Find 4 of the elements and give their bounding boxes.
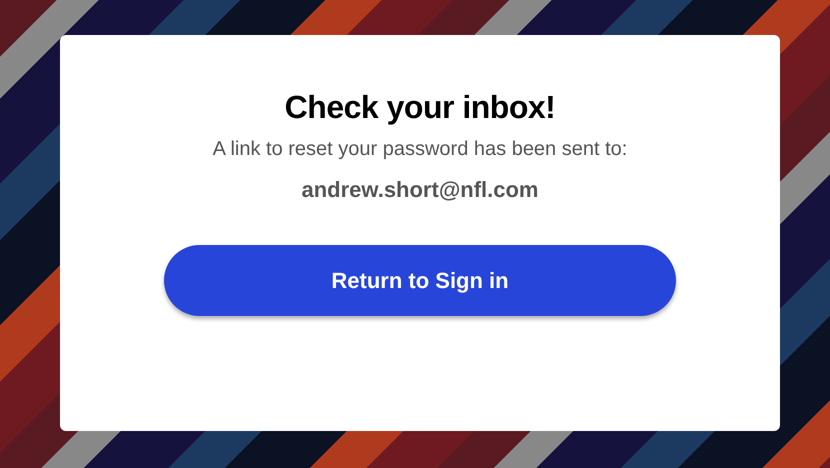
message-text: A link to reset your password has been sent to:: [212, 138, 628, 161]
email-address: andrew.short@nfl.com: [302, 177, 538, 203]
return-to-sign-in-button[interactable]: Return to Sign in: [164, 245, 676, 316]
dialog-title: Check your inbox!: [284, 89, 556, 126]
